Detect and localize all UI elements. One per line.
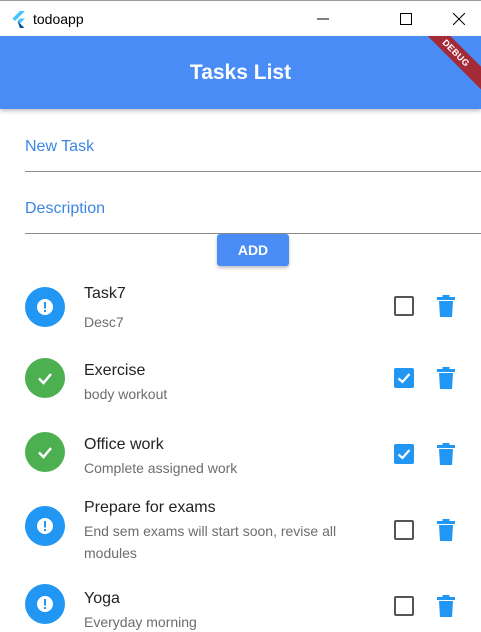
exclamation-icon bbox=[37, 596, 53, 612]
new-task-input[interactable] bbox=[25, 122, 481, 171]
task-description: Complete assigned work bbox=[84, 460, 238, 476]
task-description: End sem exams will start soon, revise al… bbox=[84, 523, 337, 561]
pending-status-avatar bbox=[25, 506, 65, 546]
task-done-checkbox[interactable] bbox=[394, 520, 414, 540]
exclamation-icon bbox=[37, 518, 53, 534]
check-icon bbox=[38, 373, 52, 385]
check-icon bbox=[397, 449, 411, 460]
task-description: body workout bbox=[84, 386, 168, 402]
trash-icon[interactable] bbox=[437, 595, 455, 617]
exclamation-icon bbox=[37, 299, 53, 315]
app-window: todoapp Tasks List DEBUG ADD Task7 Desc7 E… bbox=[0, 0, 481, 632]
add-button[interactable]: ADD bbox=[217, 234, 289, 266]
description-input[interactable] bbox=[25, 184, 481, 233]
trash-icon[interactable] bbox=[437, 367, 455, 389]
description-field[interactable] bbox=[25, 184, 481, 234]
task-description: Desc7 bbox=[84, 314, 124, 330]
task-title: Prepare for exams bbox=[84, 499, 216, 516]
trash-icon[interactable] bbox=[437, 443, 455, 465]
page-title: Tasks List bbox=[189, 61, 292, 84]
maximize-button[interactable] bbox=[383, 1, 429, 36]
task-done-checkbox[interactable] bbox=[394, 444, 414, 464]
pending-status-avatar bbox=[25, 287, 65, 327]
task-done-checkbox[interactable] bbox=[394, 368, 414, 388]
task-title: Task7 bbox=[84, 285, 126, 302]
check-icon bbox=[397, 373, 411, 384]
flutter-logo-icon bbox=[12, 11, 25, 28]
close-button[interactable] bbox=[436, 1, 481, 36]
close-icon bbox=[453, 12, 465, 25]
check-icon bbox=[38, 447, 52, 459]
pending-status-avatar bbox=[25, 584, 65, 624]
task-done-checkbox[interactable] bbox=[394, 596, 414, 616]
trash-icon[interactable] bbox=[437, 519, 455, 541]
minimize-button[interactable] bbox=[300, 1, 346, 36]
task-title: Exercise bbox=[84, 362, 146, 379]
new-task-field[interactable] bbox=[25, 122, 481, 172]
window-titlebar: todoapp bbox=[0, 0, 481, 36]
window-title: todoapp bbox=[33, 11, 84, 27]
done-status-avatar bbox=[25, 358, 65, 398]
task-done-checkbox[interactable] bbox=[394, 296, 414, 316]
trash-icon[interactable] bbox=[437, 295, 455, 317]
done-status-avatar bbox=[25, 432, 65, 472]
app-bar: Tasks List DEBUG bbox=[0, 36, 481, 109]
task-description: Everyday morning bbox=[84, 614, 197, 630]
maximize-icon bbox=[400, 12, 412, 25]
task-title: Office work bbox=[84, 436, 164, 453]
minimize-icon bbox=[317, 18, 329, 19]
task-title: Yoga bbox=[84, 590, 120, 607]
